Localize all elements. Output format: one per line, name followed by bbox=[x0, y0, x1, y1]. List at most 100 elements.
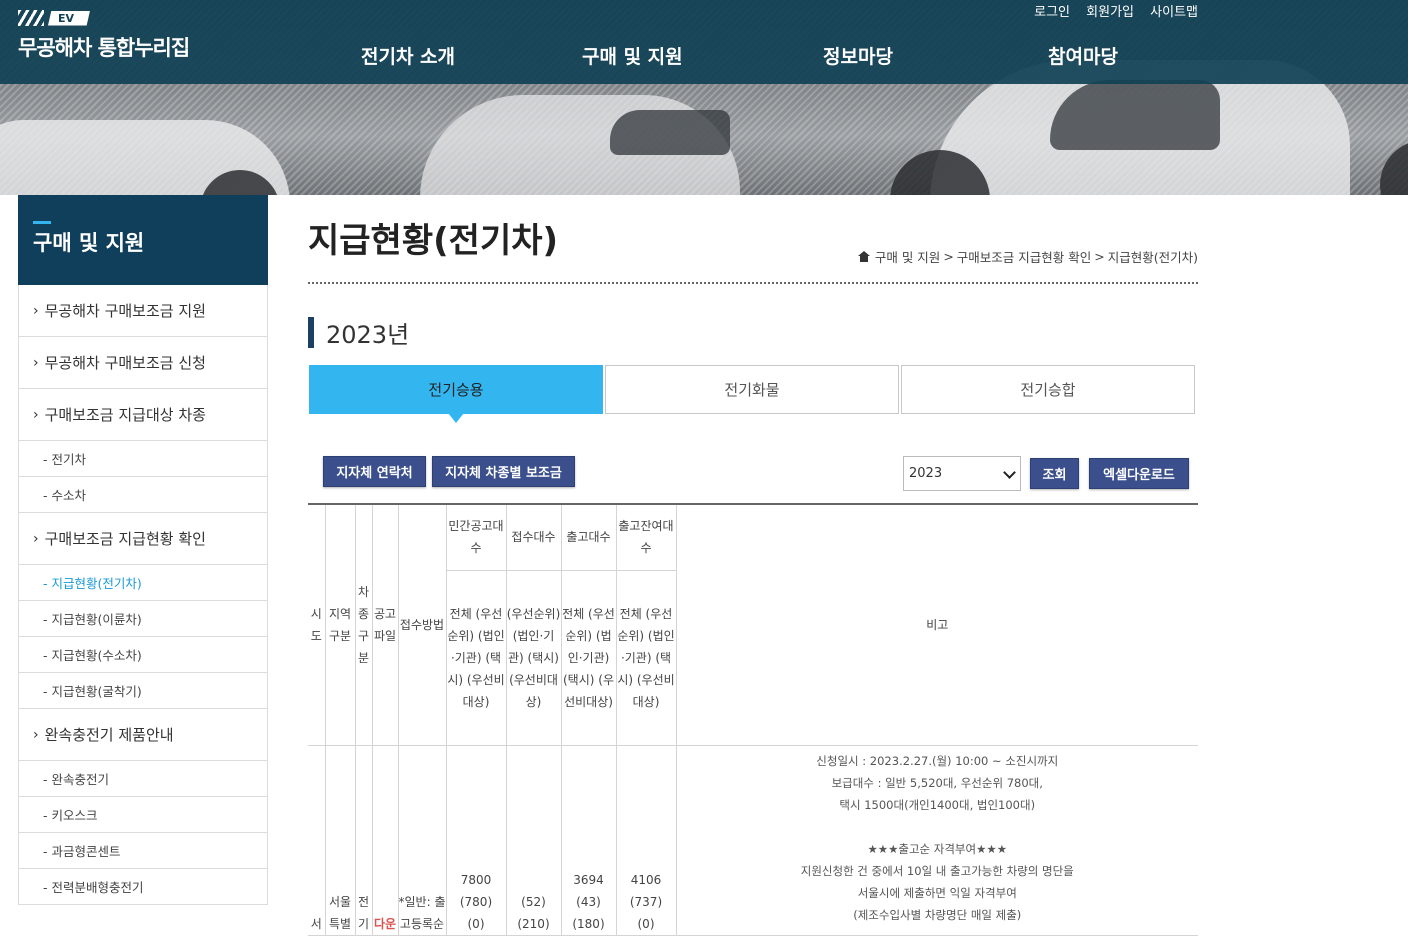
chevron-right-icon: › bbox=[33, 530, 39, 547]
sidebar-subitem-power-sharing-charger[interactable]: - 전력분배형충전기 bbox=[18, 869, 268, 905]
page-title: 지급현황(전기차) bbox=[308, 221, 559, 261]
col-header-method: 접수방법 bbox=[397, 503, 447, 746]
received-total bbox=[507, 869, 561, 891]
notice-priority: (780) bbox=[459, 894, 493, 909]
sidebar-header: 구매 및 지원 bbox=[18, 195, 268, 285]
cell-note: 신청일시 : 2023.2.27.(월) 10:00 ~ 소진시까지 보급대수 … bbox=[675, 744, 1199, 936]
breadcrumb-item[interactable]: 구매보조금 지급현황 확인 bbox=[957, 247, 1091, 266]
year-select[interactable]: 2023 bbox=[903, 456, 1021, 491]
note-line bbox=[677, 816, 1199, 838]
gnb-ev-intro[interactable]: 전기차 소개 bbox=[361, 42, 455, 69]
cell-remaining: 4106 (737) (0) bbox=[615, 744, 677, 936]
hero-car-window bbox=[1050, 80, 1220, 150]
header-bar: EV 무공해차 통합누리집 로그인 회원가입 사이트맵 전기차 소개 구매 및 … bbox=[0, 0, 1408, 84]
cell-received: (52) (210) bbox=[505, 744, 562, 936]
cell-method: *일반: 출고등록순 bbox=[397, 744, 447, 936]
chevron-down-icon bbox=[1003, 466, 1016, 479]
sidebar-subitem-ev[interactable]: - 전기차 bbox=[18, 441, 268, 477]
active-tab-caret-icon bbox=[448, 413, 464, 423]
sidebar-subitem-status-motorcycle[interactable]: - 지급현황(이륜차) bbox=[18, 601, 268, 637]
received-priority: (52) bbox=[521, 894, 546, 909]
logo-ev-badge: EV bbox=[48, 10, 91, 26]
year-heading-accent bbox=[308, 317, 314, 348]
col-header-note: 비고 bbox=[675, 503, 1198, 746]
chevron-right-icon: › bbox=[33, 726, 39, 743]
remaining-total: 4106 bbox=[630, 872, 662, 887]
sidebar-item-payment-status[interactable]: › 구매보조금 지급현황 확인 bbox=[18, 513, 268, 565]
home-icon[interactable] bbox=[857, 251, 870, 262]
logo-text: 무공해차 통합누리집 bbox=[18, 36, 190, 60]
breadcrumb-item[interactable]: 구매 및 지원 bbox=[875, 247, 940, 266]
breadcrumb-current: 지급현황(전기차) bbox=[1107, 250, 1198, 265]
sidebar-subitem-hydrogen[interactable]: - 수소차 bbox=[18, 477, 268, 513]
cell-file: 다운 bbox=[371, 744, 399, 936]
col-header-notice-count: 민간공고대수 bbox=[445, 503, 507, 571]
sidebar-item-subsidy-support[interactable]: › 무공해차 구매보조금 지원 bbox=[18, 285, 268, 337]
col-header-notice-file: 공고파일 bbox=[371, 503, 399, 746]
note-line: 택시 1500대(개인1400대, 법인100대) bbox=[839, 797, 1036, 812]
hero-banner: EV 무공해차 통합누리집 로그인 회원가입 사이트맵 전기차 소개 구매 및 … bbox=[0, 0, 1408, 195]
notice-corp: (0) bbox=[467, 916, 485, 931]
sidebar-item-subsidy-apply[interactable]: › 무공해차 구매보조금 신청 bbox=[18, 337, 268, 389]
col-header-region: 지역구분 bbox=[324, 503, 356, 746]
tab-ev-truck[interactable]: 전기화물 bbox=[605, 365, 899, 414]
subsidy-by-model-button[interactable]: 지자체 차종별 보조금 bbox=[432, 456, 575, 487]
site-logo[interactable]: EV 무공해차 통합누리집 bbox=[18, 8, 190, 62]
subheader-remaining: 전체 (우선순위) (법인·기관) (택시) (우선비대상) bbox=[615, 569, 676, 746]
file-download-link[interactable]: 다운 bbox=[374, 917, 396, 931]
sidebar-title: 구매 및 지원 bbox=[33, 231, 145, 255]
gnb-participation[interactable]: 참여마당 bbox=[1048, 42, 1118, 69]
cell-sido: 서 bbox=[308, 744, 326, 936]
col-header-sido: 시도 bbox=[308, 503, 326, 746]
sidebar-subitem-billing-outlet[interactable]: - 과금형콘센트 bbox=[18, 833, 268, 869]
logo-slash-icon bbox=[18, 10, 44, 26]
chevron-right-icon: › bbox=[33, 406, 39, 423]
subheader-received: (우선순위) (법인·기관) (택시) (우선비대상) bbox=[505, 569, 562, 746]
breadcrumb: 구매 및 지원 > 구매보조금 지급현황 확인 > 지급현황(전기차) bbox=[857, 247, 1198, 266]
released-total: 3694 bbox=[573, 872, 604, 887]
excel-download-button[interactable]: 엑셀다운로드 bbox=[1089, 458, 1189, 489]
note-line: ★★★출고순 자격부여★★★ bbox=[867, 841, 1008, 856]
title-divider bbox=[308, 282, 1198, 284]
col-header-car-type: 차종구분 bbox=[354, 503, 373, 746]
received-corp: (210) bbox=[517, 916, 550, 931]
sidebar-item-slow-charger[interactable]: › 완속충전기 제품안내 bbox=[18, 709, 268, 761]
chevron-right-icon: › bbox=[33, 302, 39, 319]
col-header-released: 출고대수 bbox=[560, 503, 617, 571]
vehicle-type-tabs: 전기승용 전기화물 전기승합 bbox=[309, 365, 1195, 423]
tab-ev-passenger[interactable]: 전기승용 bbox=[309, 365, 603, 423]
col-header-remaining: 출고잔여대수 bbox=[615, 503, 677, 571]
sidebar: 구매 및 지원 › 무공해차 구매보조금 지원 › 무공해차 구매보조금 신청 › 구… bbox=[18, 195, 268, 905]
breadcrumb-separator-icon: > bbox=[1094, 249, 1105, 264]
sidebar-item-eligible-models[interactable]: › 구매보조금 지급대상 차종 bbox=[18, 389, 268, 441]
local-gov-contacts-button[interactable]: 지자체 연락처 bbox=[323, 456, 426, 487]
subheader-released: 전체 (우선순위) (법인·기관) (택시) (우선비대상) bbox=[560, 569, 617, 746]
chevron-right-icon: › bbox=[33, 354, 39, 371]
logo-mark: EV bbox=[18, 8, 189, 28]
year-heading-text: 2023년 bbox=[326, 321, 410, 349]
table-row: 서 서울특별 전기 다운 *일반: 출고등록순 7800 (780) (0) (… bbox=[308, 744, 1199, 936]
sitemap-link[interactable]: 사이트맵 bbox=[1150, 5, 1198, 20]
year-heading: 2023년 bbox=[308, 316, 409, 349]
sidebar-subitem-status-excavator[interactable]: - 지급현황(굴착기) bbox=[18, 673, 268, 709]
login-link[interactable]: 로그인 bbox=[1034, 5, 1070, 20]
col-header-received: 접수대수 bbox=[505, 503, 562, 571]
gnb-purchase-support[interactable]: 구매 및 지원 bbox=[582, 42, 683, 69]
breadcrumb-separator-icon: > bbox=[943, 249, 954, 264]
sidebar-subitem-status-ev[interactable]: - 지급현황(전기차) bbox=[18, 565, 268, 601]
remaining-corp: (0) bbox=[637, 916, 655, 931]
note-line: 신청일시 : 2023.2.27.(월) 10:00 ~ 소진시까지 bbox=[816, 753, 1059, 768]
cell-car-type: 전기 bbox=[354, 744, 373, 936]
signup-link[interactable]: 회원가입 bbox=[1086, 5, 1134, 20]
note-line: 서울시에 제출하면 익일 자격부여 bbox=[857, 885, 1017, 900]
search-button[interactable]: 조회 bbox=[1030, 458, 1079, 489]
hero-car-wheel bbox=[1380, 140, 1408, 195]
table-header-row: 시도 지역구분 차종구분 공고파일 접수방법 민간공고대수 접수대수 출고대수 … bbox=[308, 503, 1198, 746]
tab-ev-bus[interactable]: 전기승합 bbox=[901, 365, 1195, 414]
sidebar-subitem-status-hydrogen[interactable]: - 지급현황(수소차) bbox=[18, 637, 268, 673]
sidebar-subitem-slow-charger[interactable]: - 완속충전기 bbox=[18, 761, 268, 797]
notice-total: 7800 bbox=[460, 872, 492, 887]
gnb-info[interactable]: 정보마당 bbox=[823, 42, 893, 69]
sidebar-subitem-kiosk[interactable]: - 키오스크 bbox=[18, 797, 268, 833]
cell-region: 서울특별 bbox=[324, 744, 356, 936]
